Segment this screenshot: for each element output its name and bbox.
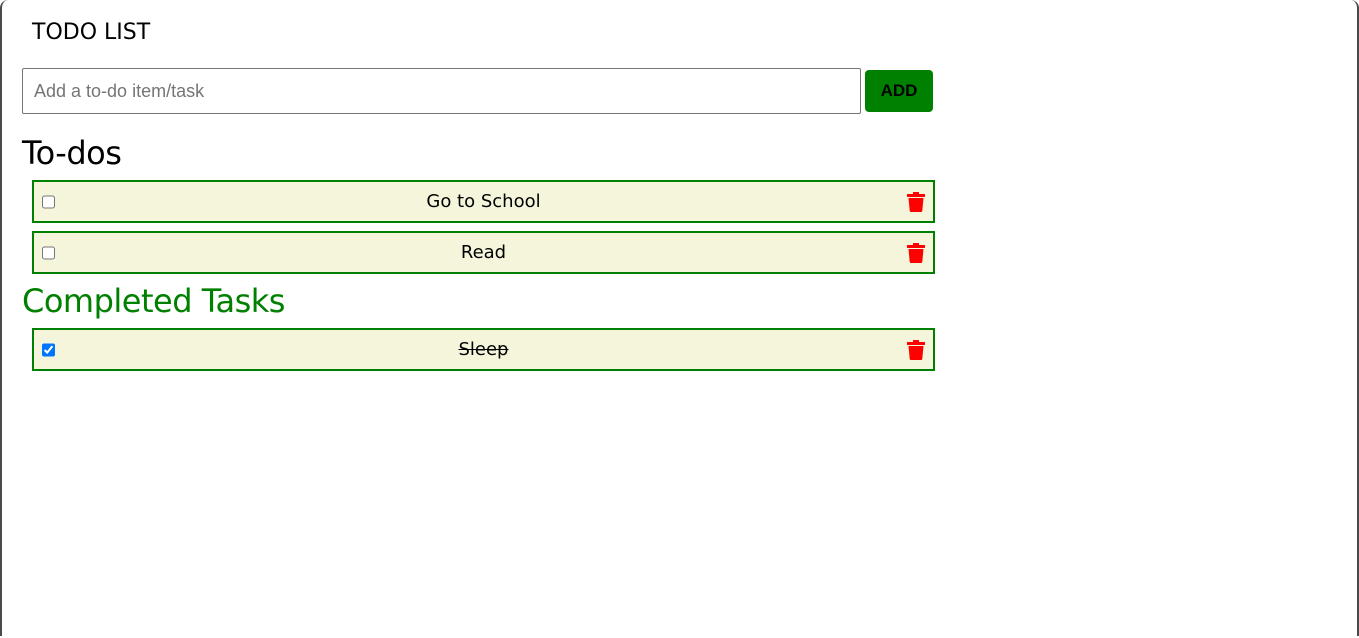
completed-heading: Completed Tasks xyxy=(22,282,285,320)
completed-checkbox[interactable] xyxy=(42,343,55,356)
task-input[interactable] xyxy=(22,68,861,114)
completed-list: Sleep xyxy=(32,328,935,379)
todo-item: Go to School xyxy=(32,180,935,223)
completed-text: Sleep xyxy=(458,339,509,360)
completed-item: Sleep xyxy=(32,328,935,371)
todo-checkbox[interactable] xyxy=(42,246,55,259)
todo-text: Go to School xyxy=(426,191,541,212)
todos-list: Go to School Read xyxy=(32,180,935,282)
trash-icon[interactable] xyxy=(907,191,925,212)
trash-icon[interactable] xyxy=(907,339,925,360)
todo-text: Read xyxy=(460,242,507,263)
todo-checkbox[interactable] xyxy=(42,195,55,208)
app-window: TODO LIST ADD To-dos Go to School Read C… xyxy=(0,0,1359,636)
add-task-form: ADD xyxy=(22,68,934,114)
todos-heading: To-dos xyxy=(22,134,122,172)
todo-item: Read xyxy=(32,231,935,274)
add-button[interactable]: ADD xyxy=(865,70,933,112)
app-title: TODO LIST xyxy=(32,20,151,45)
trash-icon[interactable] xyxy=(907,242,925,263)
